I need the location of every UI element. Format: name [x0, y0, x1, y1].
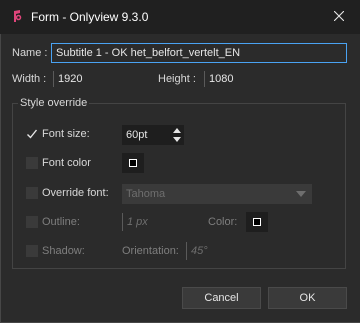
- font-color-checkbox[interactable]: [26, 157, 38, 169]
- style-override-title: Style override: [18, 97, 90, 109]
- name-input[interactable]: Subtitle 1 - OK het_belfort_vertelt_EN: [51, 43, 347, 63]
- shadow-label: Shadow:: [42, 245, 85, 257]
- font-size-value: 60pt: [126, 129, 148, 141]
- override-font-label: Override font:: [42, 187, 109, 199]
- close-button[interactable]: [325, 4, 353, 28]
- outline-width-field[interactable]: 1 px: [122, 213, 182, 231]
- outline-color-swatch-fill: [253, 218, 261, 226]
- ok-button[interactable]: OK: [268, 287, 347, 309]
- shadow-checkbox[interactable]: [26, 245, 38, 257]
- onlyview-logo-icon: [14, 10, 22, 22]
- outline-label: Outline:: [42, 216, 80, 228]
- spin-arrows-icon[interactable]: [173, 127, 181, 143]
- font-size-spinbox[interactable]: 60pt: [122, 125, 184, 145]
- override-font-checkbox[interactable]: [26, 187, 38, 199]
- check-icon: [27, 129, 38, 139]
- height-label: Height :: [158, 73, 196, 85]
- font-size-label: Font size:: [42, 128, 90, 140]
- font-color-label: Font color: [42, 157, 91, 169]
- outline-color-swatch[interactable]: [246, 212, 268, 232]
- height-field[interactable]: 1080: [204, 71, 294, 87]
- width-label: Width :: [12, 73, 47, 85]
- font-select-arrow[interactable]: [290, 184, 312, 204]
- chevron-down-icon: [296, 191, 306, 197]
- window-title: Form - Onlyview 9.3.0: [31, 10, 149, 24]
- name-label: Name :: [12, 47, 48, 59]
- cancel-button[interactable]: Cancel: [182, 287, 261, 309]
- font-color-swatch[interactable]: [122, 153, 144, 173]
- close-icon: [334, 11, 344, 21]
- orientation-field[interactable]: 45°: [186, 242, 236, 260]
- font-select[interactable]: Tahoma: [122, 184, 290, 204]
- outline-color-label: Color:: [208, 216, 238, 228]
- width-field[interactable]: 1920: [53, 71, 143, 87]
- font-size-checkbox[interactable]: [26, 128, 38, 140]
- outline-checkbox[interactable]: [26, 216, 38, 228]
- orientation-label: Orientation:: [122, 245, 179, 257]
- font-color-swatch-fill: [129, 159, 137, 167]
